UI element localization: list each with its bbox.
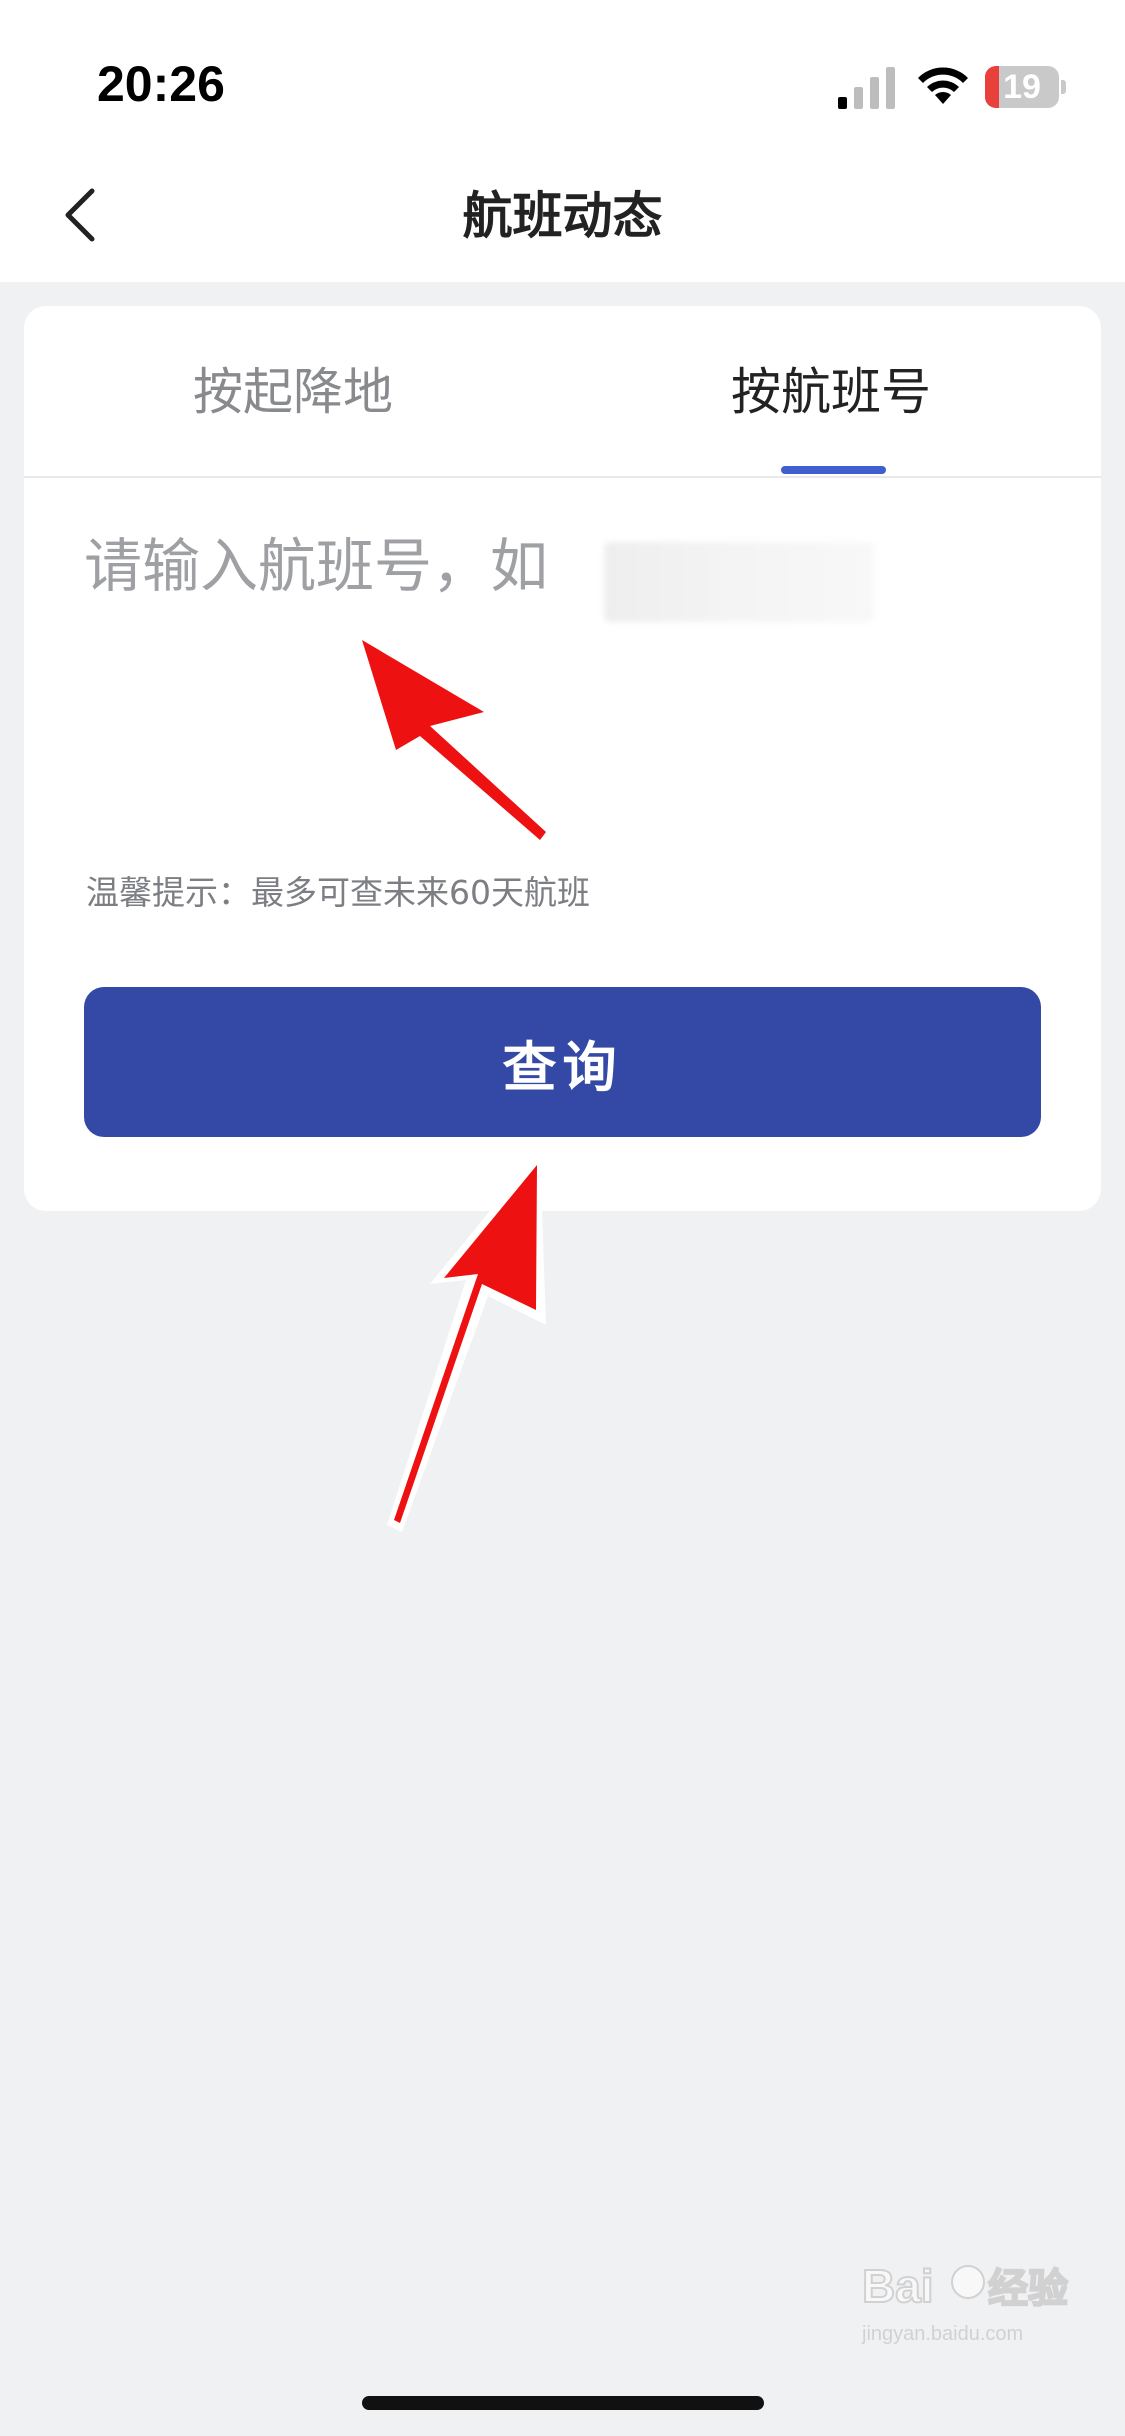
blurred-example-text (604, 542, 874, 622)
search-mode-tabs: 按起降地 按航班号 (24, 306, 1101, 478)
svg-text:经验: 经验 (988, 2266, 1068, 2312)
battery-cap (1061, 80, 1066, 94)
flight-search-card: 按起降地 按航班号 温馨提示：最多可查未来60天航班 查询 (24, 306, 1101, 1211)
svg-text:jingyan.baidu.com: jingyan.baidu.com (861, 2323, 1023, 2345)
active-tab-indicator (781, 466, 886, 474)
chevron-left-icon (65, 188, 95, 242)
signal-icon (838, 67, 895, 109)
tip-text: 温馨提示：最多可查未来60天航班 (86, 873, 590, 912)
status-bar: 20:26 19 (0, 0, 1125, 150)
nav-bar: 航班动态 (0, 150, 1125, 282)
battery-body: 19 (985, 66, 1059, 108)
home-indicator[interactable] (362, 2396, 764, 2410)
back-button[interactable] (40, 175, 120, 255)
query-button[interactable]: 查询 (84, 987, 1041, 1137)
battery-level: 19 (1003, 68, 1041, 106)
page-title: 航班动态 (462, 187, 663, 245)
flight-number-input[interactable] (84, 511, 1044, 621)
tab-by-flight-number[interactable]: 按航班号 (562, 306, 1100, 478)
baidu-watermark-logo: Bai 经验 jingyan.baidu.com (861, 2259, 1069, 2345)
status-time: 20:26 (97, 56, 225, 112)
battery-icon: 19 (985, 66, 1066, 108)
tab-by-route[interactable]: 按起降地 (24, 306, 562, 478)
wifi-icon (918, 67, 968, 104)
svg-text:Bai: Bai (862, 2260, 934, 2312)
